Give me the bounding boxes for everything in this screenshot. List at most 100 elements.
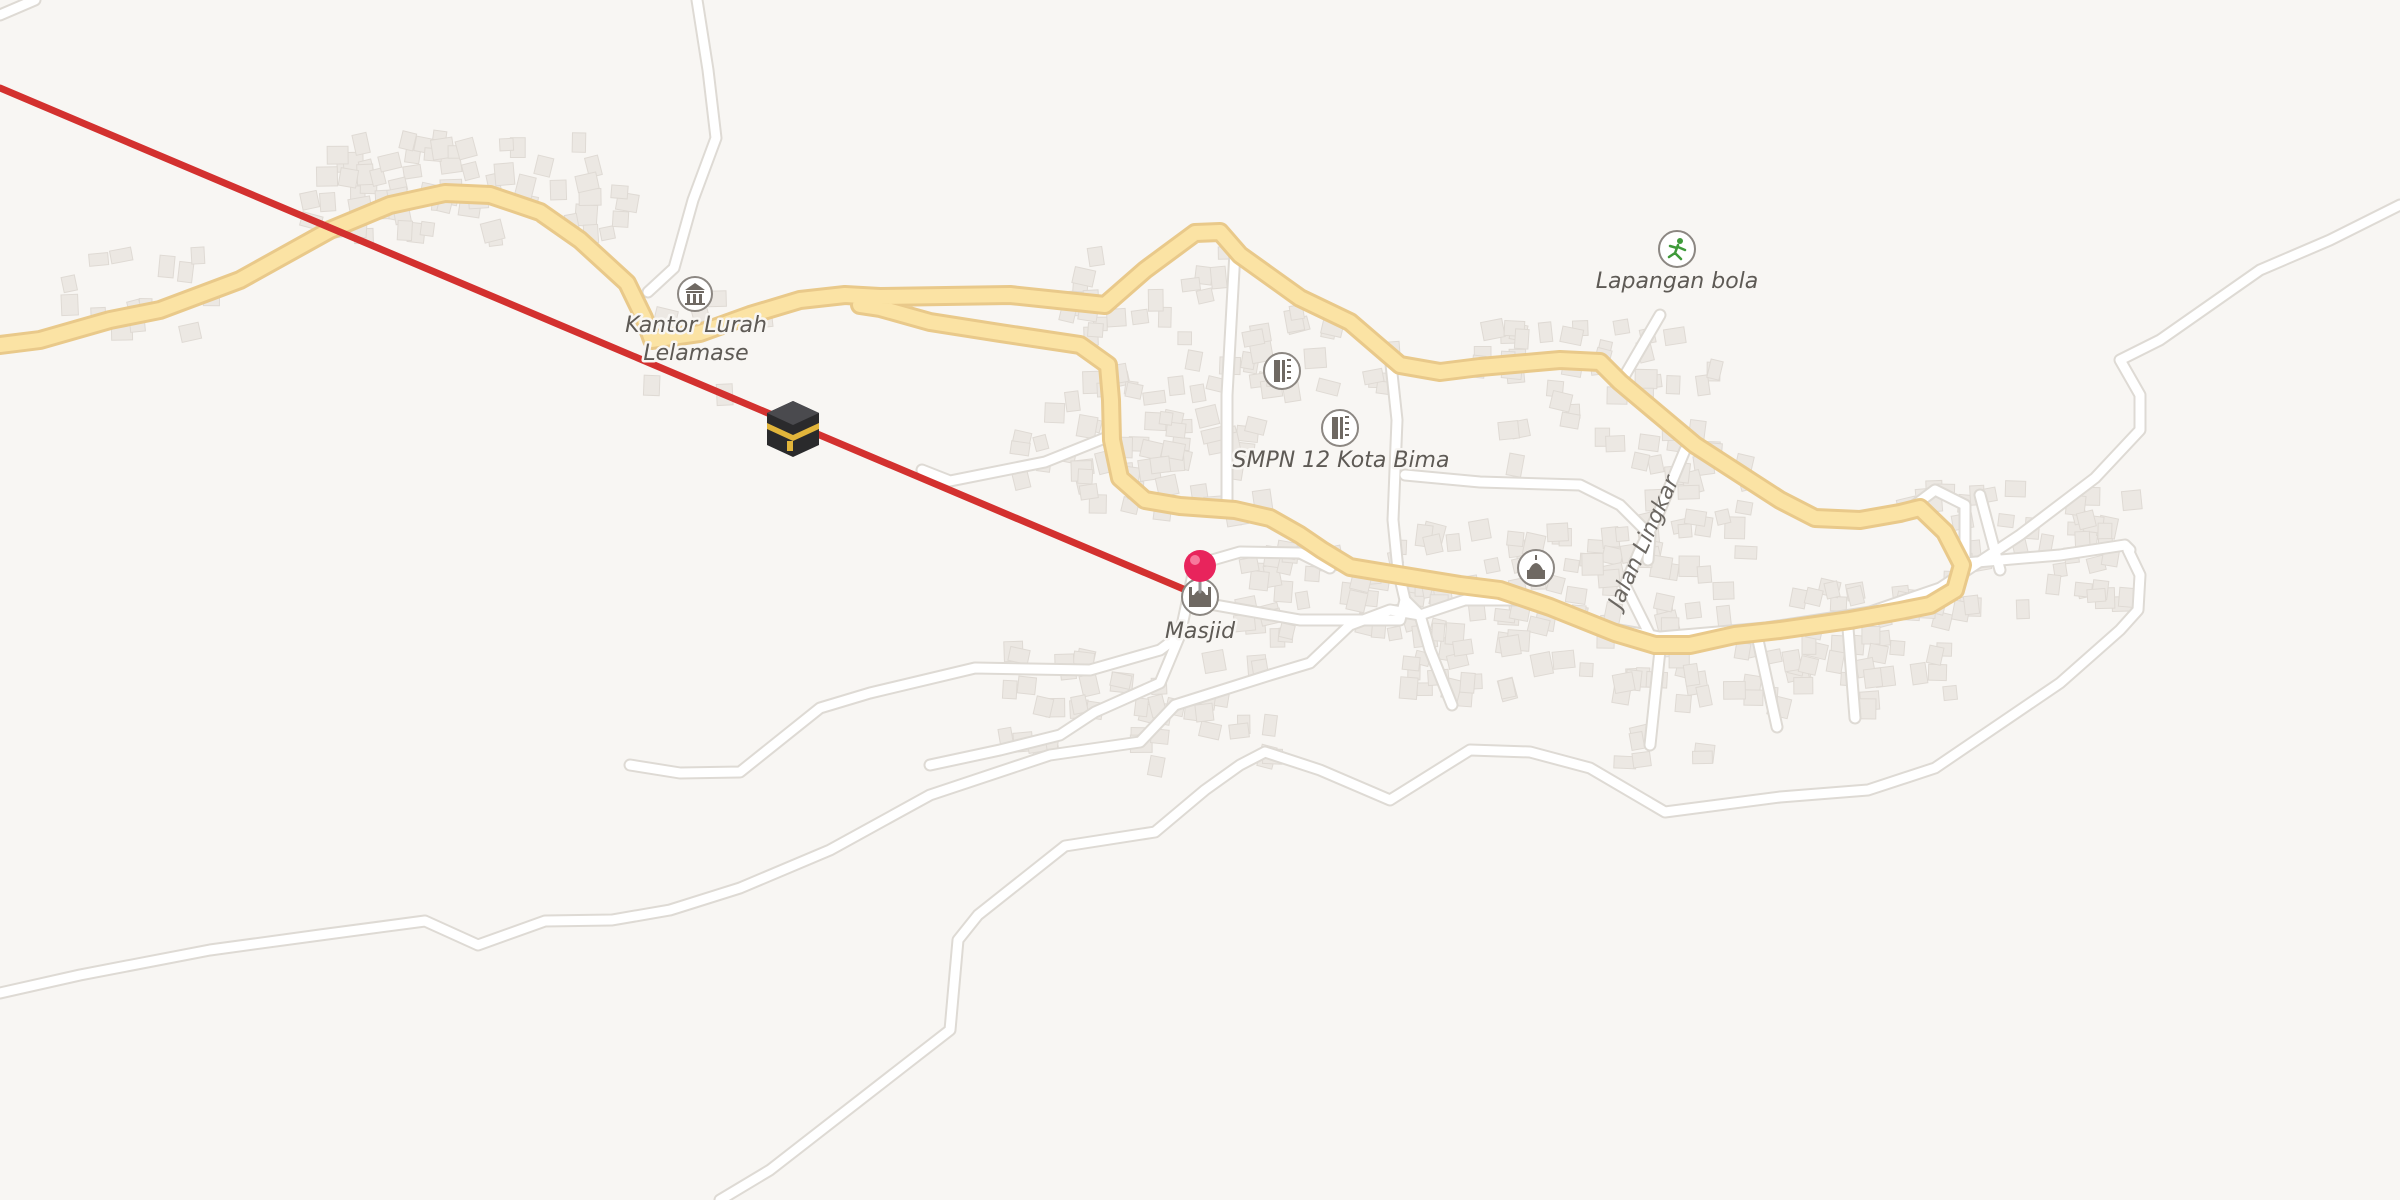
building [1614,526,1630,543]
building [1201,649,1227,675]
building [610,184,629,200]
building [1189,383,1207,404]
building [1682,662,1701,687]
building [1001,679,1018,700]
building [1009,440,1031,457]
building [1548,389,1574,413]
building [1483,557,1501,575]
kantor-lurah-label-line2: Lelamase [643,341,748,366]
building [1652,592,1676,613]
school-icon[interactable] [1263,352,1301,390]
building [88,252,110,267]
building [1177,331,1193,346]
building [1184,349,1204,372]
building [1829,595,1848,612]
building [1063,390,1081,413]
mosque-icon[interactable] [1517,549,1555,587]
building [1180,276,1202,293]
building [1506,530,1525,548]
building [460,160,481,182]
building [1142,389,1167,406]
building [1167,375,1186,397]
building [1386,625,1403,642]
building [1696,565,1713,584]
building [1684,601,1703,620]
building [1612,318,1631,336]
building [1683,508,1708,527]
school-icon[interactable] [1321,409,1359,447]
building [1962,594,1981,616]
building [498,137,515,152]
building [1497,420,1521,441]
building [2097,522,2113,540]
building [1662,326,1687,347]
smpn-label: SMPN 12 Kota Bima [1233,448,1450,473]
building [1646,454,1665,475]
building [1147,288,1164,312]
building [1467,518,1492,542]
building [60,293,79,317]
building [1043,402,1066,424]
building [1209,265,1228,290]
building [108,246,134,265]
building [1678,555,1700,578]
building [1722,680,1746,700]
building [1605,434,1626,453]
building [1124,381,1144,400]
building [1803,586,1824,608]
building [1529,651,1555,678]
building [157,254,176,279]
building [1130,308,1150,326]
building [1631,750,1652,769]
building [299,189,321,211]
building [1445,533,1462,553]
building [1927,663,1948,682]
building [1889,639,1906,656]
building [1497,677,1517,700]
building [396,219,414,242]
masjid-label: Masjid [1165,619,1236,644]
building [1479,317,1506,342]
building [1695,684,1713,708]
building [1630,451,1651,472]
building [1303,347,1328,370]
building [1909,661,1929,686]
building [1078,482,1099,501]
building [1197,720,1223,741]
building [1578,662,1594,678]
building [1862,667,1884,689]
building [1734,545,1758,560]
building [1194,702,1215,723]
building [2045,573,2062,596]
building [1628,730,1646,751]
building [377,151,403,173]
building [493,162,516,187]
building [1505,452,1526,478]
building [1677,523,1693,539]
building [1691,750,1713,765]
map-canvas[interactable]: Kantor Lurah Lelamase SMPN 12 Kota Bima [0,0,2400,1200]
building [1563,557,1581,574]
building [1637,433,1661,453]
building [1734,499,1754,516]
building [1032,433,1050,453]
building [419,220,436,237]
building [1401,655,1421,672]
building [1714,508,1732,526]
building [1942,684,1959,702]
kaaba-icon[interactable] [767,401,819,457]
building [1997,513,2015,529]
building [2120,489,2143,512]
building [533,154,555,178]
building [2015,599,2030,620]
building [1743,689,1764,706]
buildings-layer [60,129,2143,778]
building [2004,480,2027,498]
building [1559,411,1581,430]
building [1611,671,1636,695]
town-hall-icon[interactable] [677,276,713,312]
building [1551,649,1576,670]
soccer-field-icon[interactable] [1658,230,1696,268]
building [1248,569,1270,592]
building [1452,638,1474,657]
